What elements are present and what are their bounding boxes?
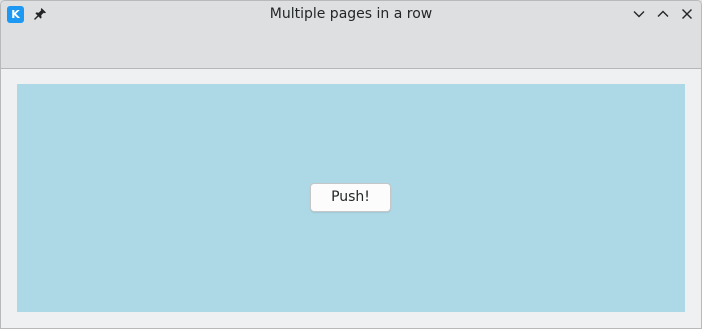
content-area: Push! <box>1 69 701 328</box>
chevron-down-icon <box>633 11 645 18</box>
close-button[interactable] <box>678 5 696 23</box>
maximize-button[interactable] <box>654 5 672 23</box>
title-bar[interactable]: K Multiple pages in a row <box>1 1 701 69</box>
page-panel: Push! <box>17 84 685 312</box>
minimize-button[interactable] <box>630 5 648 23</box>
push-button[interactable]: Push! <box>310 183 391 212</box>
window-title: Multiple pages in a row <box>269 6 433 22</box>
close-icon <box>682 9 692 19</box>
app-window: K Multiple pages in a row Push! <box>0 0 702 329</box>
chevron-up-icon <box>657 10 669 17</box>
